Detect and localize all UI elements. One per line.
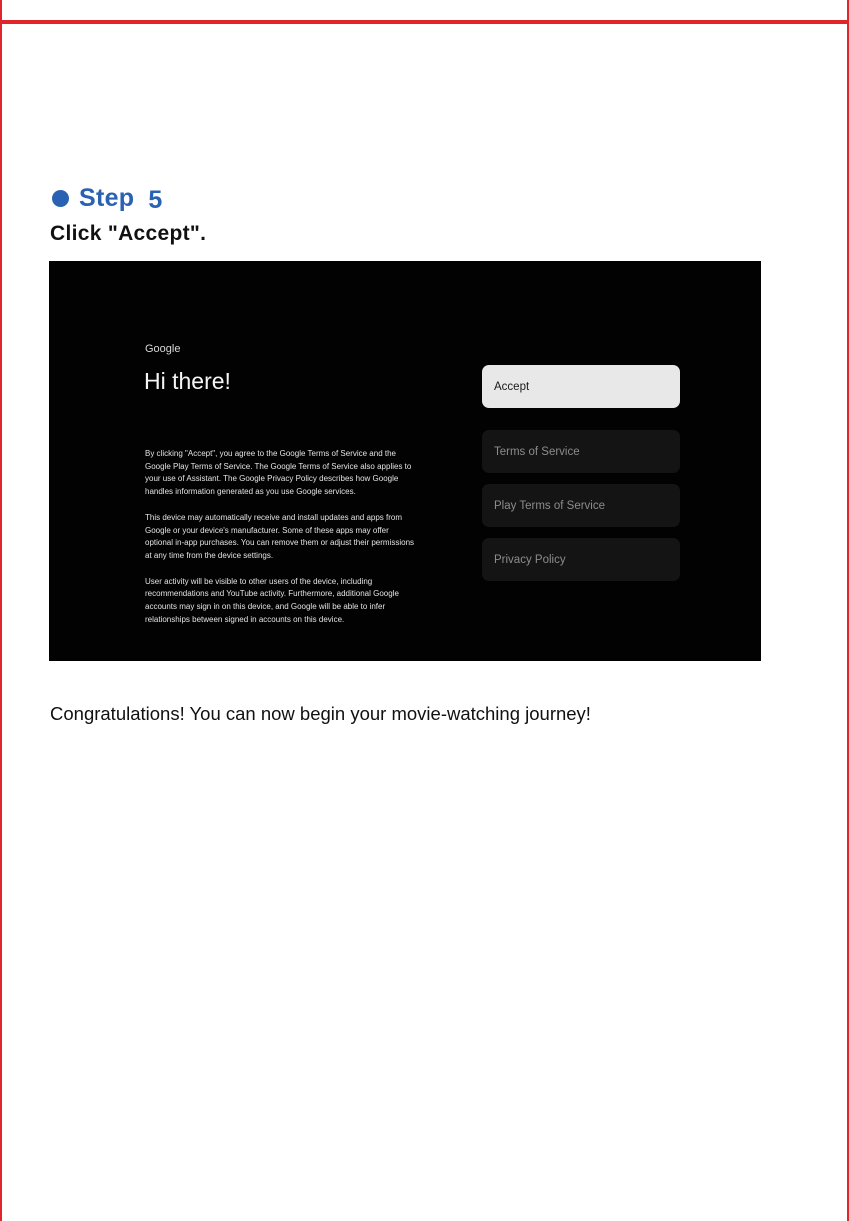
screen-title: Hi there! bbox=[144, 368, 231, 394]
legal-paragraph-terms: By clicking "Accept", you agree to the G… bbox=[145, 449, 412, 497]
step-header: Step 5 bbox=[52, 184, 163, 214]
legal-text: By clicking "Accept", you agree to the G… bbox=[145, 448, 417, 639]
top-divider bbox=[0, 20, 849, 24]
privacy-policy-button[interactable]: Privacy Policy bbox=[482, 538, 680, 581]
play-terms-of-service-button[interactable]: Play Terms of Service bbox=[482, 484, 680, 527]
accept-button[interactable]: Accept bbox=[482, 365, 680, 408]
google-brand-label: Google bbox=[145, 343, 181, 355]
terms-of-service-button[interactable]: Terms of Service bbox=[482, 430, 680, 473]
legal-paragraph-activity: User activity will be visible to other u… bbox=[145, 576, 399, 624]
tv-setup-screenshot: Google Hi there! By clicking "Accept", y… bbox=[49, 261, 761, 661]
consent-menu: Accept Terms of Service Play Terms of Se… bbox=[482, 365, 680, 581]
legal-paragraph-updates: This device may automatically receive an… bbox=[145, 512, 415, 560]
step-label: Step bbox=[79, 184, 135, 212]
congratulations-message: Congratulations! You can now begin your … bbox=[50, 703, 591, 724]
step-number: 5 bbox=[148, 186, 163, 214]
bullet-dot-icon bbox=[52, 190, 69, 207]
step-instruction: Click "Accept". bbox=[50, 222, 207, 245]
